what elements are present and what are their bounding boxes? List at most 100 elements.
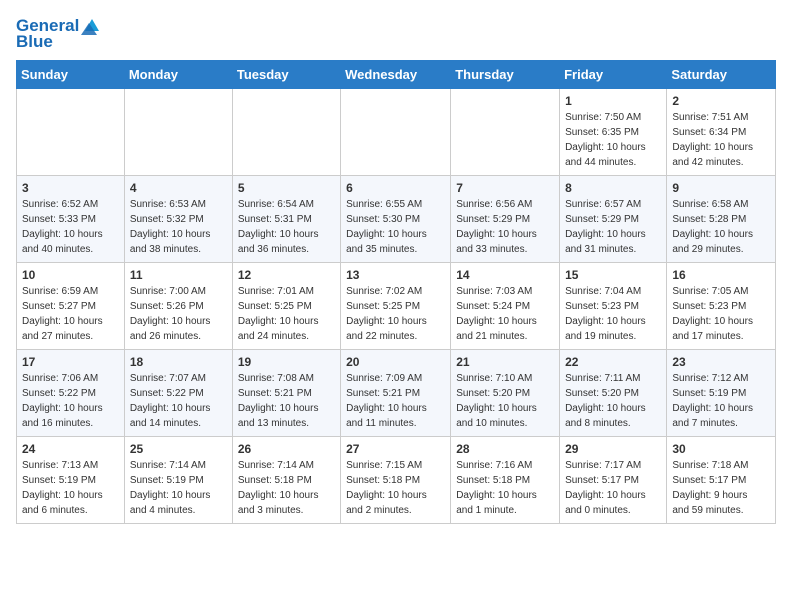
day-info: Sunrise: 7:51 AM Sunset: 6:34 PM Dayligh… [672,110,770,170]
calendar-day-cell: 21 Sunrise: 7:10 AM Sunset: 5:20 PM Dayli… [451,350,560,437]
calendar-day-cell: 24 Sunrise: 7:13 AM Sunset: 5:19 PM Dayli… [17,437,125,524]
calendar-day-cell: 23 Sunrise: 7:12 AM Sunset: 5:19 PM Dayli… [667,350,776,437]
day-number: 17 [22,355,119,369]
day-number: 26 [238,442,335,456]
calendar-day-cell [341,89,451,176]
calendar-day-cell [17,89,125,176]
calendar-day-cell: 5 Sunrise: 6:54 AM Sunset: 5:31 PM Daylig… [232,176,340,263]
day-number: 16 [672,268,770,282]
day-info: Sunrise: 7:02 AM Sunset: 5:25 PM Dayligh… [346,284,445,344]
calendar-day-cell: 25 Sunrise: 7:14 AM Sunset: 5:19 PM Dayli… [124,437,232,524]
day-info: Sunrise: 6:55 AM Sunset: 5:30 PM Dayligh… [346,197,445,257]
page-header: General Blue [16,16,776,52]
day-number: 15 [565,268,661,282]
day-number: 24 [22,442,119,456]
calendar-week-row: 1 Sunrise: 7:50 AM Sunset: 6:35 PM Daylig… [17,89,776,176]
calendar-day-cell: 10Sunrise: 6:59 AM Sunset: 5:27 PM Dayli… [17,263,125,350]
weekday-header: Thursday [451,61,560,89]
day-info: Sunrise: 6:53 AM Sunset: 5:32 PM Dayligh… [130,197,227,257]
weekday-header: Monday [124,61,232,89]
day-number: 9 [672,181,770,195]
calendar-day-cell: 13 Sunrise: 7:02 AM Sunset: 5:25 PM Dayli… [341,263,451,350]
day-info: Sunrise: 7:03 AM Sunset: 5:24 PM Dayligh… [456,284,554,344]
calendar-day-cell: 30 Sunrise: 7:18 AM Sunset: 5:17 PM Dayli… [667,437,776,524]
day-number: 14 [456,268,554,282]
day-number: 1 [565,94,661,108]
day-number: 13 [346,268,445,282]
weekday-header: Friday [560,61,667,89]
calendar-day-cell: 18Sunrise: 7:07 AM Sunset: 5:22 PM Dayli… [124,350,232,437]
weekday-header: Sunday [17,61,125,89]
calendar-day-cell: 2 Sunrise: 7:51 AM Sunset: 6:34 PM Daylig… [667,89,776,176]
day-number: 2 [672,94,770,108]
day-info: Sunrise: 7:50 AM Sunset: 6:35 PM Dayligh… [565,110,661,170]
calendar-week-row: 10Sunrise: 6:59 AM Sunset: 5:27 PM Dayli… [17,263,776,350]
calendar-day-cell: 26 Sunrise: 7:14 AM Sunset: 5:18 PM Dayli… [232,437,340,524]
calendar-day-cell: 4 Sunrise: 6:53 AM Sunset: 5:32 PM Daylig… [124,176,232,263]
calendar-day-cell: 11 Sunrise: 7:00 AM Sunset: 5:26 PM Dayli… [124,263,232,350]
calendar-day-cell: 20 Sunrise: 7:09 AM Sunset: 5:21 PM Dayli… [341,350,451,437]
calendar-day-cell: 7 Sunrise: 6:56 AM Sunset: 5:29 PM Daylig… [451,176,560,263]
calendar-day-cell: 27Sunrise: 7:15 AM Sunset: 5:18 PM Dayli… [341,437,451,524]
day-info: Sunrise: 7:04 AM Sunset: 5:23 PM Dayligh… [565,284,661,344]
day-info: Sunrise: 7:17 AM Sunset: 5:17 PM Dayligh… [565,458,661,518]
day-info: Sunrise: 7:16 AM Sunset: 5:18 PM Dayligh… [456,458,554,518]
day-number: 21 [456,355,554,369]
day-info: Sunrise: 7:11 AM Sunset: 5:20 PM Dayligh… [565,371,661,431]
day-info: Sunrise: 6:59 AM Sunset: 5:27 PM Dayligh… [22,284,119,344]
weekday-header: Wednesday [341,61,451,89]
day-info: Sunrise: 6:52 AM Sunset: 5:33 PM Dayligh… [22,197,119,257]
day-info: Sunrise: 7:18 AM Sunset: 5:17 PM Dayligh… [672,458,770,518]
day-info: Sunrise: 7:14 AM Sunset: 5:18 PM Dayligh… [238,458,335,518]
day-number: 3 [22,181,119,195]
calendar-day-cell: 17 Sunrise: 7:06 AM Sunset: 5:22 PM Dayli… [17,350,125,437]
day-number: 19 [238,355,335,369]
calendar-day-cell: 8Sunrise: 6:57 AM Sunset: 5:29 PM Daylig… [560,176,667,263]
calendar-day-cell [232,89,340,176]
day-info: Sunrise: 7:08 AM Sunset: 5:21 PM Dayligh… [238,371,335,431]
day-info: Sunrise: 6:54 AM Sunset: 5:31 PM Dayligh… [238,197,335,257]
calendar-day-cell: 16 Sunrise: 7:05 AM Sunset: 5:23 PM Dayli… [667,263,776,350]
day-info: Sunrise: 7:00 AM Sunset: 5:26 PM Dayligh… [130,284,227,344]
calendar-day-cell: 28 Sunrise: 7:16 AM Sunset: 5:18 PM Dayli… [451,437,560,524]
calendar-table: SundayMondayTuesdayWednesdayThursdayFrid… [16,60,776,524]
calendar-header-row: SundayMondayTuesdayWednesdayThursdayFrid… [17,61,776,89]
calendar-day-cell: 15 Sunrise: 7:04 AM Sunset: 5:23 PM Dayli… [560,263,667,350]
calendar-day-cell: 1 Sunrise: 7:50 AM Sunset: 6:35 PM Daylig… [560,89,667,176]
day-info: Sunrise: 7:05 AM Sunset: 5:23 PM Dayligh… [672,284,770,344]
calendar-day-cell [451,89,560,176]
day-number: 4 [130,181,227,195]
day-number: 11 [130,268,227,282]
calendar-week-row: 3 Sunrise: 6:52 AM Sunset: 5:33 PM Daylig… [17,176,776,263]
day-number: 29 [565,442,661,456]
calendar-week-row: 24 Sunrise: 7:13 AM Sunset: 5:19 PM Dayli… [17,437,776,524]
day-number: 7 [456,181,554,195]
day-number: 20 [346,355,445,369]
day-info: Sunrise: 7:13 AM Sunset: 5:19 PM Dayligh… [22,458,119,518]
day-number: 28 [456,442,554,456]
day-info: Sunrise: 7:10 AM Sunset: 5:20 PM Dayligh… [456,371,554,431]
day-number: 27 [346,442,445,456]
day-number: 30 [672,442,770,456]
calendar-day-cell: 29 Sunrise: 7:17 AM Sunset: 5:17 PM Dayli… [560,437,667,524]
day-number: 8 [565,181,661,195]
day-info: Sunrise: 7:09 AM Sunset: 5:21 PM Dayligh… [346,371,445,431]
calendar-week-row: 17 Sunrise: 7:06 AM Sunset: 5:22 PM Dayli… [17,350,776,437]
calendar-day-cell: 9Sunrise: 6:58 AM Sunset: 5:28 PM Daylig… [667,176,776,263]
day-info: Sunrise: 7:12 AM Sunset: 5:19 PM Dayligh… [672,371,770,431]
day-number: 23 [672,355,770,369]
logo-blue-text: Blue [16,32,53,52]
day-number: 12 [238,268,335,282]
day-number: 5 [238,181,335,195]
day-info: Sunrise: 7:06 AM Sunset: 5:22 PM Dayligh… [22,371,119,431]
day-info: Sunrise: 6:56 AM Sunset: 5:29 PM Dayligh… [456,197,554,257]
day-number: 22 [565,355,661,369]
day-number: 25 [130,442,227,456]
logo-icon [81,17,103,35]
day-info: Sunrise: 7:14 AM Sunset: 5:19 PM Dayligh… [130,458,227,518]
calendar-day-cell: 14 Sunrise: 7:03 AM Sunset: 5:24 PM Dayli… [451,263,560,350]
logo: General Blue [16,16,103,52]
calendar-day-cell [124,89,232,176]
calendar-day-cell: 22 Sunrise: 7:11 AM Sunset: 5:20 PM Dayli… [560,350,667,437]
calendar-day-cell: 19 Sunrise: 7:08 AM Sunset: 5:21 PM Dayli… [232,350,340,437]
